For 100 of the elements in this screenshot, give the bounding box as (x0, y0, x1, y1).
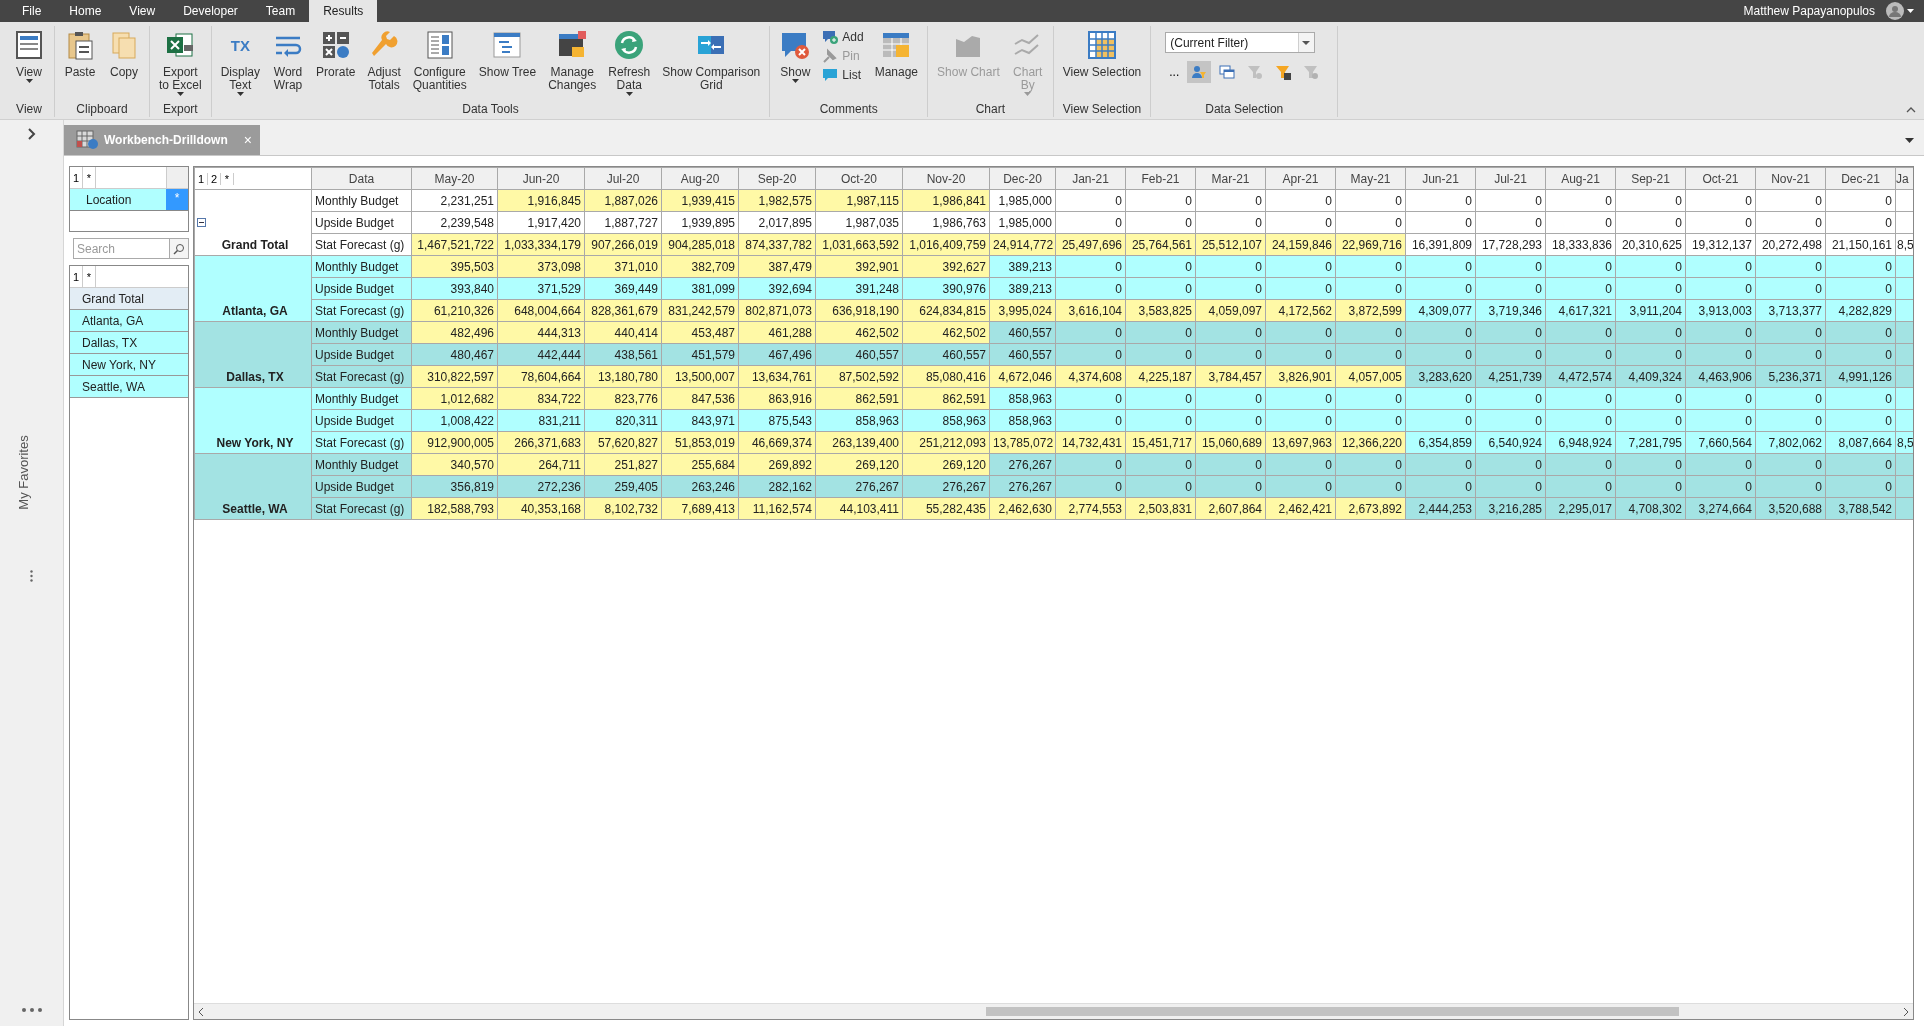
comment-add-icon (822, 29, 839, 45)
ribbon-button[interactable]: Show (774, 26, 817, 100)
column-header: Oct-21 (1685, 167, 1756, 190)
menu-tab[interactable]: Team (251, 0, 310, 22)
ribbon-button[interactable]: Add (818, 28, 868, 46)
level-button[interactable]: 1 (195, 172, 208, 185)
group-label: Clipboard (75, 101, 129, 117)
collapse-ribbon-icon[interactable] (1906, 107, 1916, 113)
ribbon-button[interactable]: List (818, 66, 868, 84)
column-header: Aug-20 (661, 167, 739, 190)
ribbon-button[interactable]: Copy (103, 26, 145, 100)
windows-icon (1219, 64, 1236, 80)
ribbon-button[interactable]: View Selection (1057, 26, 1147, 100)
caret-icon (1907, 9, 1914, 13)
group-label: Export (162, 101, 199, 117)
ribbon-button[interactable]: Manage (869, 26, 924, 100)
column-header: Jul-21 (1475, 167, 1546, 190)
ribbon-button[interactable]: Show Comparison Grid (657, 26, 766, 100)
column-header: Aug-21 (1545, 167, 1616, 190)
menu-tab[interactable]: View (115, 0, 170, 22)
ribbon-button[interactable]: Export to Excel (154, 26, 207, 100)
group-label: Data Selection (1204, 101, 1285, 117)
member-item[interactable]: Seattle, WA (70, 376, 188, 398)
group-label: View (15, 101, 43, 117)
comment-icon (822, 67, 839, 83)
member-item[interactable]: Grand Total (70, 288, 188, 310)
scroll-thumb[interactable] (985, 1007, 1680, 1016)
ribbon-button[interactable]: Configure Quantities (407, 26, 472, 100)
ribbon-button[interactable]: Refresh Data (603, 26, 656, 100)
row-group-name: Atlanta, GA (221, 304, 289, 318)
member-item[interactable]: Dallas, TX (70, 332, 188, 354)
column-header: Dec-20 (989, 167, 1056, 190)
column-header: Mar-21 (1195, 167, 1266, 190)
column-header: Jun-20 (497, 167, 585, 190)
menu-tab[interactable]: Developer (169, 0, 252, 22)
row-group-name: Dallas, TX (225, 370, 285, 384)
favorites-label[interactable]: My Favorites (15, 435, 31, 510)
menu-tab[interactable]: Results (309, 0, 378, 22)
pin-icon (822, 48, 839, 64)
group-label: View Selection (1061, 101, 1143, 117)
caret-icon (236, 92, 244, 96)
more-icon[interactable] (21, 1008, 42, 1012)
column-header: Sep-21 (1615, 167, 1686, 190)
member-item[interactable]: New York, NY (70, 354, 188, 376)
group-label: Data Tools (461, 101, 520, 117)
more-button[interactable]: ... (1165, 65, 1184, 79)
ribbon-button[interactable]: Manage Changes (543, 26, 602, 100)
caret-icon (25, 79, 33, 83)
text-icon: TX (230, 38, 250, 52)
caret-icon (625, 92, 633, 96)
column-header: May-20 (411, 167, 498, 190)
window-icon (13, 29, 45, 61)
column-header: Dec-21 (1825, 167, 1896, 190)
refresh-icon (613, 29, 646, 61)
collapse-icon[interactable] (197, 218, 206, 227)
search-icon (173, 242, 185, 255)
level-button[interactable]: 2 (208, 172, 221, 185)
caret-icon (176, 92, 184, 96)
ribbon-button[interactable]: Show Tree (473, 26, 542, 100)
filter-dropdown[interactable]: (Current Filter) (1165, 32, 1316, 53)
column-header: Oct-20 (815, 167, 903, 190)
grid-help-icon (76, 130, 98, 150)
filter-clear-icon (1303, 64, 1320, 80)
column-header: Jan-21 (1055, 167, 1126, 190)
ribbon-button[interactable]: Paste (59, 26, 101, 100)
user-name: Matthew Papayanopulos (1743, 4, 1875, 18)
column-header: Nov-21 (1755, 167, 1826, 190)
row-group-name: New York, NY (215, 436, 295, 450)
tree-list-icon (491, 29, 524, 61)
pivot-field[interactable]: Location (70, 189, 166, 210)
level-button[interactable]: 1 (70, 167, 83, 188)
column-header: Data (311, 167, 412, 190)
member-item[interactable]: Atlanta, GA (70, 310, 188, 332)
column-header: Jun-21 (1405, 167, 1476, 190)
search-button[interactable] (169, 238, 189, 259)
vertical-dots-icon[interactable] (30, 570, 33, 582)
ribbon-button[interactable]: Prorate (311, 26, 361, 100)
menu-tab[interactable]: Home (55, 0, 116, 22)
group-label: Comments (818, 101, 879, 117)
menu-tab[interactable]: File (8, 0, 56, 22)
group-label: Chart (974, 101, 1007, 117)
ribbon-button[interactable]: TX Display Text (215, 26, 266, 100)
column-header: Apr-21 (1265, 167, 1336, 190)
search-field[interactable]: Search (73, 238, 169, 259)
ribbon-button[interactable]: Adjust Totals (362, 26, 406, 100)
caret-icon (791, 79, 799, 83)
tab-list-icon[interactable] (1905, 138, 1914, 143)
filter-tool-button[interactable] (1187, 61, 1212, 83)
avatar-icon[interactable] (1886, 2, 1904, 20)
row-group-name: Grand Total (220, 238, 290, 252)
level-button[interactable]: 1 (70, 266, 83, 287)
horizontal-scrollbar[interactable] (194, 1003, 1913, 1019)
expand-icon[interactable] (27, 128, 36, 140)
row-group-name: Seattle, WA (221, 502, 289, 516)
column-header: May-21 (1335, 167, 1406, 190)
ribbon-button[interactable]: View (8, 26, 50, 100)
column-header: Jul-20 (584, 167, 662, 190)
user-filter-icon (1191, 64, 1208, 80)
ribbon-button[interactable]: Word Wrap (267, 26, 310, 100)
column-header: Nov-20 (902, 167, 990, 190)
